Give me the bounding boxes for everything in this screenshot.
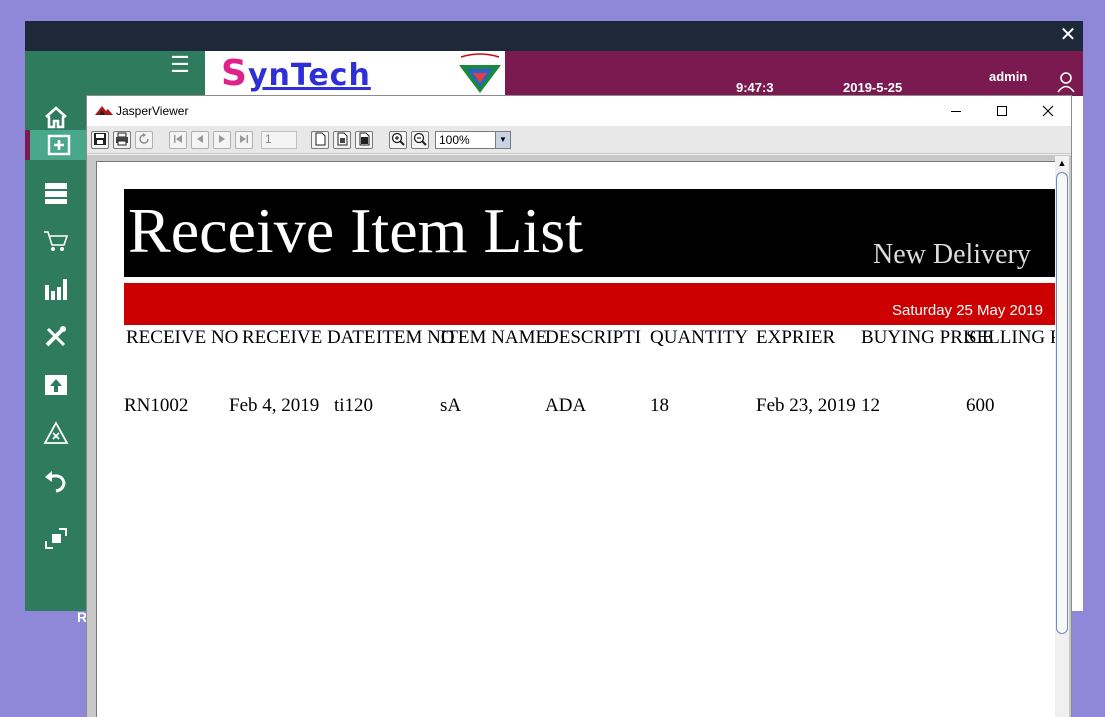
column-header-item-name: ITEM NAME xyxy=(440,327,548,348)
cart-icon xyxy=(44,231,69,251)
column-header-receive-no: RECEIVE NO xyxy=(126,327,239,348)
scrollbar-thumb[interactable] xyxy=(1056,172,1068,634)
column-header-receive-date: RECEIVE DATE xyxy=(242,327,376,348)
warning-icon xyxy=(43,421,69,444)
vertical-scrollbar[interactable]: ▲ xyxy=(1055,156,1069,717)
zoom-in-icon xyxy=(391,132,405,146)
header-username[interactable]: admin xyxy=(989,69,1027,84)
bar-chart-icon xyxy=(45,279,67,300)
scroll-up-icon[interactable]: ▲ xyxy=(1055,156,1069,170)
column-header-expiry: EXPRIER xyxy=(756,327,836,348)
page-number-input[interactable]: 1 xyxy=(261,131,297,149)
save-icon xyxy=(94,133,106,145)
upload-icon xyxy=(45,375,67,395)
sidebar-item-receive[interactable] xyxy=(25,130,87,160)
fit-width-icon xyxy=(359,132,370,146)
cell-item-no: ti120 xyxy=(334,395,374,416)
user-icon[interactable] xyxy=(1056,71,1076,93)
report-title-band: Receive Item List New Delivery xyxy=(124,189,1055,277)
column-header-quantity: QUANTITY xyxy=(650,327,749,348)
add-box-icon xyxy=(47,134,70,156)
app-close-icon[interactable]: ✕ xyxy=(1057,24,1079,46)
hamburger-menu-icon[interactable]: ☰ xyxy=(167,53,193,77)
fit-page-icon xyxy=(337,132,348,146)
actual-size-icon xyxy=(315,132,326,146)
logo-emblem-icon xyxy=(459,53,501,93)
sidebar-item-expired[interactable] xyxy=(25,418,87,448)
fit-page-button[interactable] xyxy=(333,131,351,149)
cell-selling-price: 600 xyxy=(966,395,995,416)
logo-word: ynTech xyxy=(247,58,371,93)
reload-icon xyxy=(139,133,149,144)
sidebar-item-sales[interactable] xyxy=(25,226,87,256)
report-subtitle: New Delivery xyxy=(873,239,1031,270)
minimize-button[interactable] xyxy=(933,96,979,126)
minimize-icon xyxy=(951,111,961,112)
chevron-down-icon[interactable]: ▼ xyxy=(495,132,510,148)
undo-icon xyxy=(45,471,66,493)
first-page-icon xyxy=(174,135,182,143)
last-page-icon xyxy=(240,135,248,143)
report-view-area: Receive Item List New Delivery Saturday … xyxy=(87,155,1071,717)
zoom-in-button[interactable] xyxy=(389,131,407,149)
report-date: Saturday 25 May 2019 xyxy=(892,302,1043,319)
maximize-button[interactable] xyxy=(979,96,1025,126)
viewer-toolbar: 1 100% ▼ xyxy=(87,126,1071,154)
cell-receive-date: Feb 4, 2019 xyxy=(229,395,320,416)
cell-description: ADA xyxy=(545,395,587,416)
close-button[interactable] xyxy=(1025,96,1071,126)
report-title: Receive Item List xyxy=(128,195,583,266)
sidebar-item-settings[interactable] xyxy=(25,322,87,352)
previous-page-icon xyxy=(197,135,203,143)
cell-receive-no: RN1002 xyxy=(124,395,189,416)
header-date: 2019-5-25 xyxy=(843,80,903,95)
close-icon xyxy=(1042,105,1054,117)
sidebar: R xyxy=(25,96,87,625)
viewer-title: JasperViewer xyxy=(116,104,189,118)
cell-item-name: sA xyxy=(440,395,462,416)
report-date-band: Saturday 25 May 2019 xyxy=(124,283,1055,325)
sidebar-item-upload[interactable] xyxy=(25,370,87,400)
zoom-value: 100% xyxy=(439,133,470,147)
last-page-button[interactable] xyxy=(235,131,253,149)
transfer-icon xyxy=(45,528,67,549)
fit-width-button[interactable] xyxy=(355,131,373,149)
zoom-dropdown[interactable]: 100% ▼ xyxy=(435,131,511,149)
sidebar-item-reports[interactable] xyxy=(25,274,87,304)
save-button[interactable] xyxy=(91,131,109,149)
next-page-icon xyxy=(219,135,225,143)
sidebar-item-transfer[interactable] xyxy=(25,524,87,554)
sidebar-item-stock[interactable] xyxy=(25,178,87,208)
zoom-out-icon xyxy=(413,132,427,146)
print-button[interactable] xyxy=(113,131,131,149)
column-header-description: DESCRIPTI xyxy=(545,327,642,348)
reload-button[interactable] xyxy=(135,131,153,149)
cell-expiry: Feb 23, 2019 xyxy=(756,395,856,416)
previous-page-button[interactable] xyxy=(191,131,209,149)
logo: SynTech xyxy=(205,51,505,96)
actual-size-button[interactable] xyxy=(311,131,329,149)
server-icon xyxy=(45,183,67,204)
logo-text: SynTech xyxy=(221,53,371,94)
cell-buying-price: 12 xyxy=(861,395,880,416)
zoom-out-button[interactable] xyxy=(411,131,429,149)
menu-area: ☰ xyxy=(25,51,205,96)
viewer-title-bar: JasperViewer xyxy=(87,96,1071,126)
jasper-logo-icon xyxy=(95,106,113,115)
sidebar-item-return[interactable] xyxy=(25,466,87,496)
app-title-bar: ✕ xyxy=(25,21,1083,51)
first-page-button[interactable] xyxy=(169,131,187,149)
home-icon xyxy=(45,106,67,129)
logo-letter: S xyxy=(221,53,248,94)
report-page: Receive Item List New Delivery Saturday … xyxy=(96,161,1056,717)
maximize-icon xyxy=(997,106,1007,116)
tools-icon xyxy=(45,326,66,347)
column-header-selling-price: SELLING P xyxy=(966,327,1056,348)
next-page-button[interactable] xyxy=(213,131,231,149)
print-icon xyxy=(116,132,128,146)
cell-quantity: 18 xyxy=(650,395,669,416)
header-time: 9:47:3 xyxy=(736,80,774,95)
jasper-viewer-window: JasperViewer 1 100% ▼ Receive Item List … xyxy=(86,95,1072,717)
sidebar-item-home[interactable] xyxy=(25,102,87,132)
